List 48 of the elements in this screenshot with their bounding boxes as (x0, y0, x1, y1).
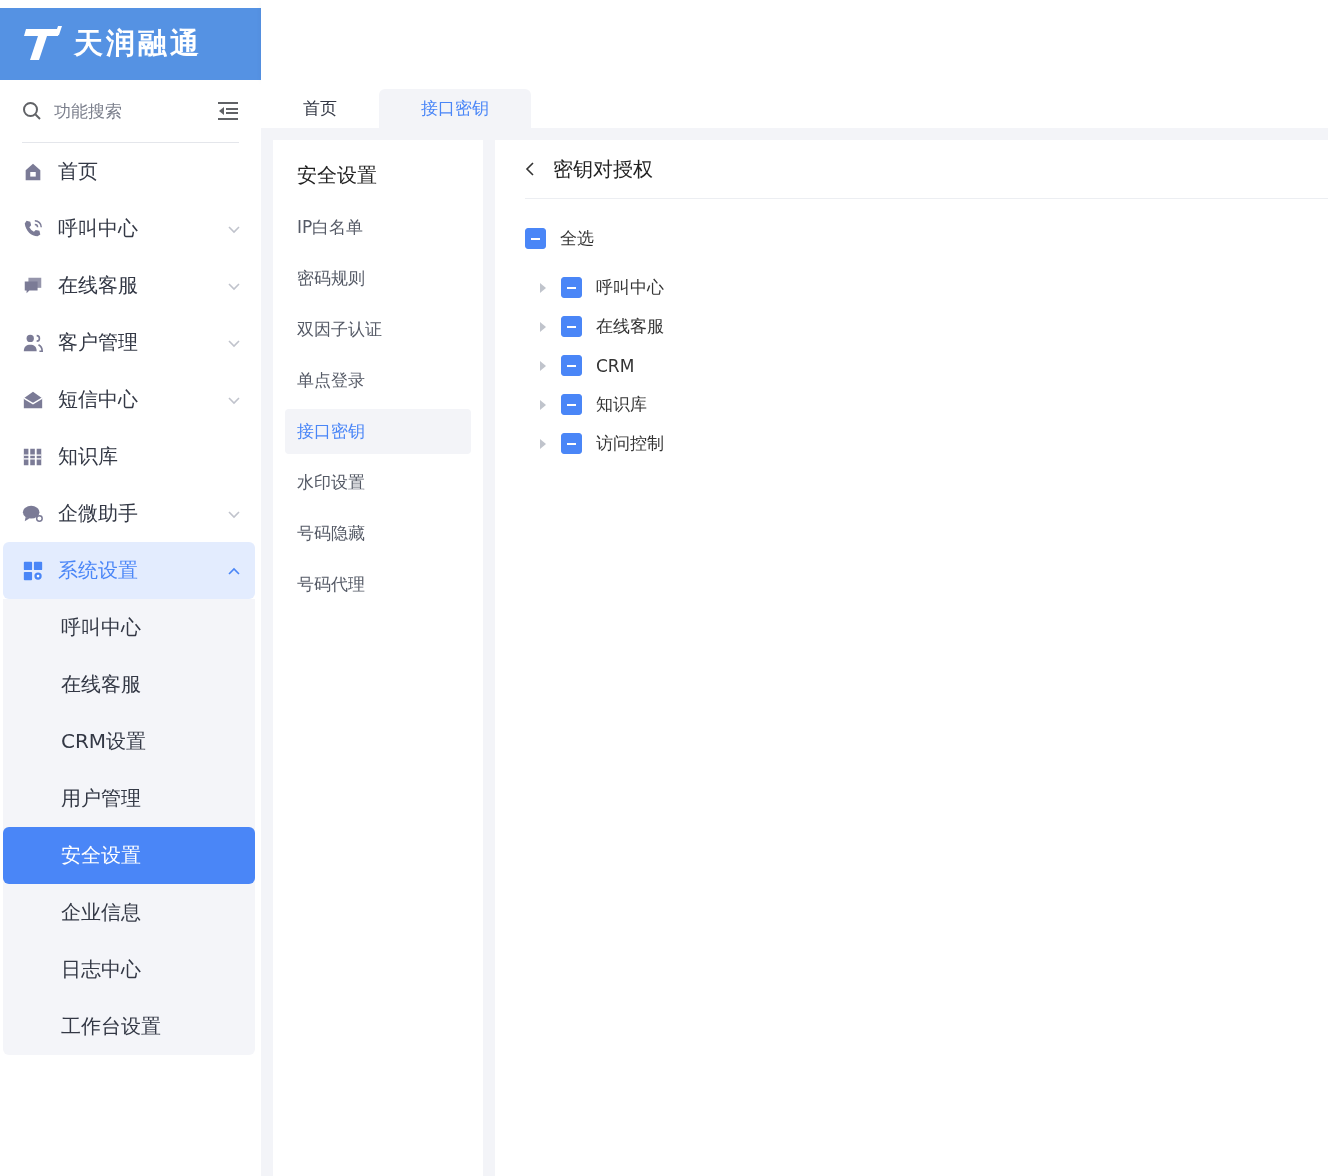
logo-text: 天润融通 (74, 25, 202, 62)
checkbox[interactable] (561, 316, 582, 337)
sidebar-item[interactable]: 客户管理 (3, 314, 255, 371)
sidebar-item[interactable]: 首页 (3, 143, 255, 200)
sidebar-subitem[interactable]: 在线客服 (3, 656, 255, 713)
sidebar-subitem[interactable]: 工作台设置 (3, 998, 255, 1055)
sidebar-subitem[interactable]: CRM设置 (3, 713, 255, 770)
submenu-title: 安全设置 (296, 162, 378, 189)
submenu-item[interactable]: 单点登录 (285, 358, 471, 403)
sidebar-subitem[interactable]: 日志中心 (3, 941, 255, 998)
submenu-item[interactable]: 号码隐藏 (285, 511, 471, 556)
tree-node-label: 访问控制 (596, 432, 664, 455)
submenu-item[interactable]: 号码代理 (285, 562, 471, 607)
checkbox[interactable] (561, 394, 582, 415)
sidebar-subitem[interactable]: 呼叫中心 (3, 599, 255, 656)
sidebar-subitem[interactable]: 用户管理 (3, 770, 255, 827)
sidebar-item[interactable]: 短信中心 (3, 371, 255, 428)
checkbox[interactable] (525, 228, 546, 249)
tab[interactable]: 首页 (261, 89, 379, 128)
checkbox[interactable] (561, 433, 582, 454)
collapse-menu-icon[interactable] (217, 101, 239, 121)
sidebar-item[interactable]: 呼叫中心 (3, 200, 255, 257)
search-field[interactable]: 功能搜索 (54, 101, 205, 121)
submenu-item[interactable]: 双因子认证 (285, 307, 471, 352)
caret-right-icon[interactable] (539, 398, 547, 411)
panel-title: 密钥对授权 (553, 155, 653, 183)
sidebar-item[interactable]: 在线客服 (3, 257, 255, 314)
tree-node-label: 呼叫中心 (596, 276, 664, 299)
sidebar-subitem[interactable]: 企业信息 (3, 884, 255, 941)
checkbox[interactable] (561, 355, 582, 376)
checkbox-label: 全选 (560, 227, 594, 250)
tree-node-label: CRM (596, 355, 635, 376)
submenu-item[interactable]: 密码规则 (285, 256, 471, 301)
grid-settings-icon (22, 559, 44, 582)
search-icon (22, 101, 42, 121)
logo-icon (22, 26, 64, 62)
caret-right-icon[interactable] (539, 320, 547, 333)
back-icon[interactable] (525, 161, 535, 177)
sidebar-item[interactable]: 知识库 (3, 428, 255, 485)
checkbox[interactable] (561, 277, 582, 298)
tree-node-label: 在线客服 (596, 315, 664, 338)
tree-node-label: 知识库 (596, 393, 647, 416)
submenu-item[interactable]: 水印设置 (285, 460, 471, 505)
sidebar-item[interactable]: 企微助手 (3, 485, 255, 542)
caret-right-icon[interactable] (539, 281, 547, 294)
caret-right-icon[interactable] (539, 437, 547, 450)
submenu-item[interactable]: IP白名单 (285, 205, 471, 250)
caret-right-icon[interactable] (539, 359, 547, 372)
